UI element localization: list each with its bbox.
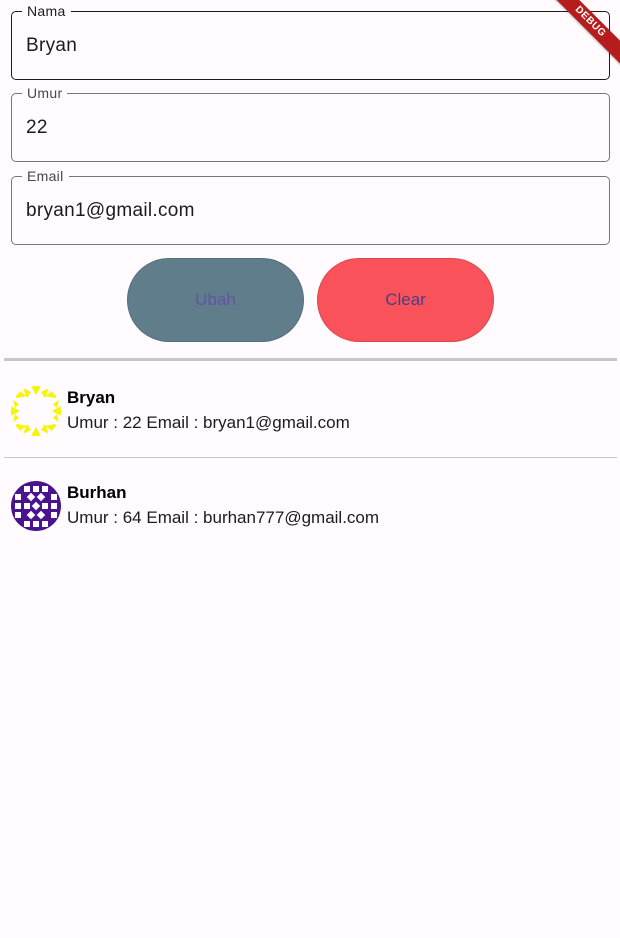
umur-field[interactable]: Umur	[11, 85, 610, 162]
nama-input[interactable]	[26, 34, 596, 58]
umur-label: Umur	[22, 85, 68, 101]
email-field[interactable]: Email	[11, 168, 610, 245]
list-item[interactable]: Burhan Umur : 64 Email : burhan777@gmail…	[0, 459, 620, 553]
email-label: Email	[22, 168, 69, 184]
ubah-button[interactable]: Ubah	[127, 258, 304, 342]
list-divider	[4, 457, 617, 458]
clear-button[interactable]: Clear	[317, 258, 494, 342]
section-divider	[4, 358, 617, 361]
app-screen: Nama Umur Email Ubah Clear	[0, 0, 620, 938]
umur-input[interactable]	[26, 116, 596, 140]
list-item-name: Burhan	[67, 483, 127, 502]
list-item[interactable]: Bryan Umur : 22 Email : bryan1@gmail.com	[0, 364, 620, 458]
purple-grid-pattern-icon	[11, 481, 61, 531]
list-item-subtitle: Umur : 64 Email : burhan777@gmail.com	[67, 508, 380, 527]
yellow-star-pattern-icon	[11, 386, 61, 436]
email-input[interactable]	[26, 199, 596, 223]
list-item-subtitle: Umur : 22 Email : bryan1@gmail.com	[67, 413, 350, 432]
list-item-name: Bryan	[67, 388, 116, 407]
nama-label: Nama	[22, 3, 71, 19]
nama-field[interactable]: Nama	[11, 3, 610, 80]
